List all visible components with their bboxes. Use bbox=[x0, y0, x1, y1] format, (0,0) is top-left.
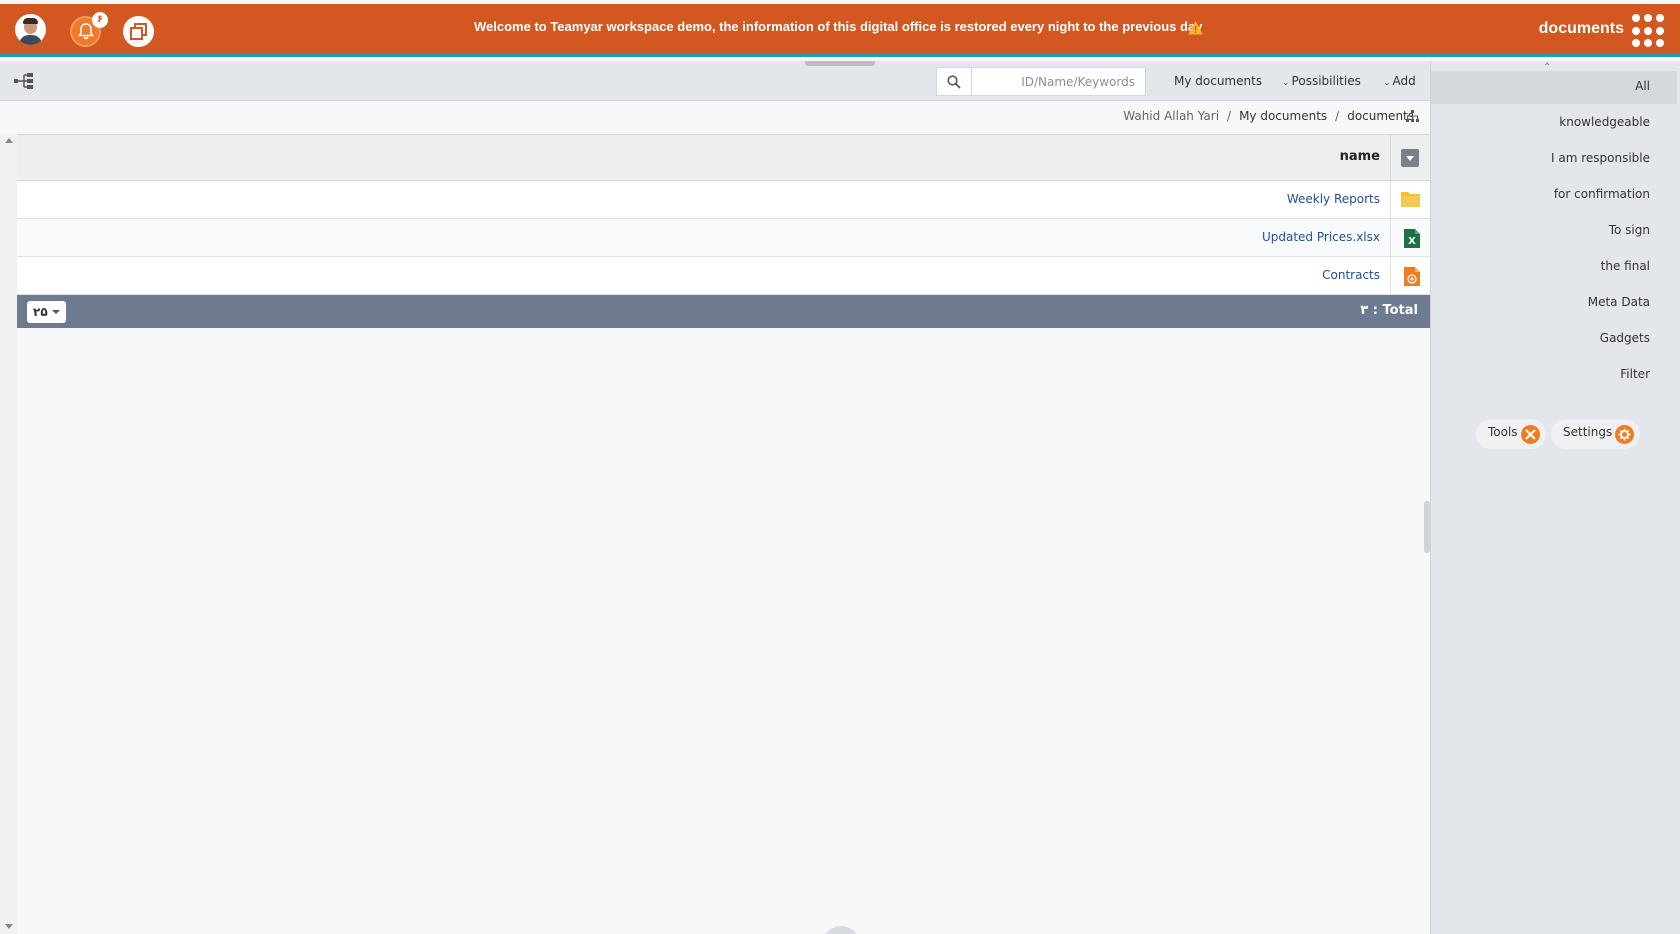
sidebar-item-responsible[interactable]: I am responsible bbox=[1551, 151, 1650, 165]
settings-button[interactable]: Settings bbox=[1551, 419, 1641, 449]
sidebar-item-gadgets[interactable]: Gadgets bbox=[1600, 331, 1650, 345]
column-header-name[interactable]: name bbox=[1340, 149, 1380, 164]
warning-icon bbox=[1188, 21, 1203, 35]
tools-button[interactable]: Tools bbox=[1476, 419, 1546, 449]
add-menu[interactable]: ⌄ Add bbox=[1383, 74, 1416, 88]
column-divider bbox=[1390, 181, 1391, 218]
search-icon bbox=[947, 75, 961, 89]
bottom-handle[interactable] bbox=[822, 926, 860, 934]
table-row[interactable]: Weekly Reports bbox=[17, 181, 1431, 219]
breadcrumb-separator: / bbox=[1227, 109, 1232, 123]
sidebar-item-meta-data[interactable]: Meta Data bbox=[1588, 295, 1650, 309]
sidebar-item-confirmation[interactable]: for confirmation bbox=[1554, 187, 1650, 201]
windows-button[interactable] bbox=[123, 16, 154, 47]
table-footer: ۲۵ ۳ : Total bbox=[17, 295, 1431, 328]
avatar-hair bbox=[23, 18, 38, 24]
hierarchy-icon[interactable] bbox=[1406, 110, 1419, 123]
search-input[interactable] bbox=[971, 67, 1146, 96]
possibilities-menu[interactable]: ⌄ Possibilities bbox=[1282, 74, 1361, 88]
breadcrumb-user[interactable]: Wahid Allah Yari bbox=[1123, 109, 1219, 123]
sidebar-item-all[interactable]: All bbox=[1635, 79, 1650, 93]
total-count: ۳ : Total bbox=[1360, 303, 1418, 318]
welcome-banner-text: Welcome to Teamyar workspace demo, the i… bbox=[474, 19, 1203, 34]
settings-label: Settings bbox=[1563, 425, 1613, 439]
app-title: documents bbox=[1538, 20, 1624, 37]
gear-icon bbox=[1615, 425, 1635, 444]
breadcrumb: Wahid Allah Yari / My documents / docume… bbox=[1123, 109, 1414, 123]
row-name-link[interactable]: Contracts bbox=[1322, 268, 1380, 282]
row-name-link[interactable]: Updated Prices.xlsx bbox=[1262, 230, 1380, 244]
filter-sidebar: ⌃ All knowledgeable I am responsible for… bbox=[1424, 61, 1680, 934]
sidebar-item-to-sign[interactable]: To sign bbox=[1609, 223, 1650, 237]
avatar-body bbox=[19, 35, 42, 45]
page-size-select[interactable]: ۲۵ bbox=[27, 301, 66, 323]
breadcrumb-separator: / bbox=[1335, 109, 1340, 123]
table-header: name bbox=[17, 134, 1431, 181]
user-avatar[interactable] bbox=[15, 14, 46, 45]
column-divider bbox=[1390, 135, 1391, 181]
bell-icon bbox=[78, 23, 94, 40]
search-button[interactable] bbox=[936, 67, 971, 96]
breadcrumb-my-documents[interactable]: My documents bbox=[1239, 109, 1327, 123]
column-divider bbox=[1390, 219, 1391, 256]
total-label: : Total bbox=[1372, 303, 1418, 318]
tools-label: Tools bbox=[1488, 425, 1518, 439]
folder-icon bbox=[1401, 192, 1420, 207]
panel-drag-handle[interactable] bbox=[805, 61, 875, 66]
possibilities-label: Possibilities bbox=[1291, 74, 1361, 88]
breadcrumb-documents[interactable]: documents bbox=[1347, 109, 1414, 123]
row-name-link[interactable]: Weekly Reports bbox=[1287, 192, 1380, 206]
column-menu-dropdown-icon[interactable] bbox=[1401, 149, 1419, 167]
table-row[interactable]: Updated Prices.xlsx X bbox=[17, 219, 1431, 257]
apps-grid-icon[interactable] bbox=[1632, 14, 1666, 48]
total-value: ۳ bbox=[1360, 303, 1369, 318]
tools-icon bbox=[1520, 425, 1540, 444]
table-row[interactable]: Contracts bbox=[17, 257, 1431, 295]
toolbar: My documents ⌄Possibilities ⌄Add bbox=[0, 61, 1431, 101]
sidebar-resize-handle[interactable] bbox=[1424, 501, 1430, 553]
scroll-up-icon[interactable] bbox=[5, 138, 13, 143]
document-file-icon bbox=[1404, 267, 1420, 286]
excel-file-icon: X bbox=[1404, 229, 1420, 248]
documents-table: name Weekly Reports Updated Prices.xlsx … bbox=[17, 134, 1431, 328]
column-divider bbox=[1390, 257, 1391, 294]
table-body: Weekly Reports Updated Prices.xlsx X Con… bbox=[17, 181, 1431, 295]
tree-structure-icon[interactable] bbox=[13, 72, 34, 90]
vertical-scrollbar[interactable] bbox=[0, 134, 17, 934]
top-bar: ۶ Welcome to Teamyar workspace demo, the… bbox=[0, 4, 1680, 57]
sidebar-item-knowledgeable[interactable]: knowledgeable bbox=[1559, 115, 1650, 129]
add-label: Add bbox=[1392, 74, 1416, 88]
sidebar-item-final[interactable]: the final bbox=[1601, 259, 1650, 273]
sidebar-item-filter[interactable]: Filter bbox=[1620, 367, 1650, 381]
scroll-down-icon[interactable] bbox=[5, 924, 13, 929]
chevron-down-icon: ⌄ bbox=[1282, 78, 1290, 88]
my-documents-link[interactable]: My documents bbox=[1174, 74, 1262, 88]
chevron-down-icon: ⌄ bbox=[1383, 78, 1391, 88]
svg-text:X: X bbox=[1408, 236, 1416, 247]
windows-icon bbox=[130, 23, 147, 40]
notification-count-badge: ۶ bbox=[92, 12, 108, 28]
